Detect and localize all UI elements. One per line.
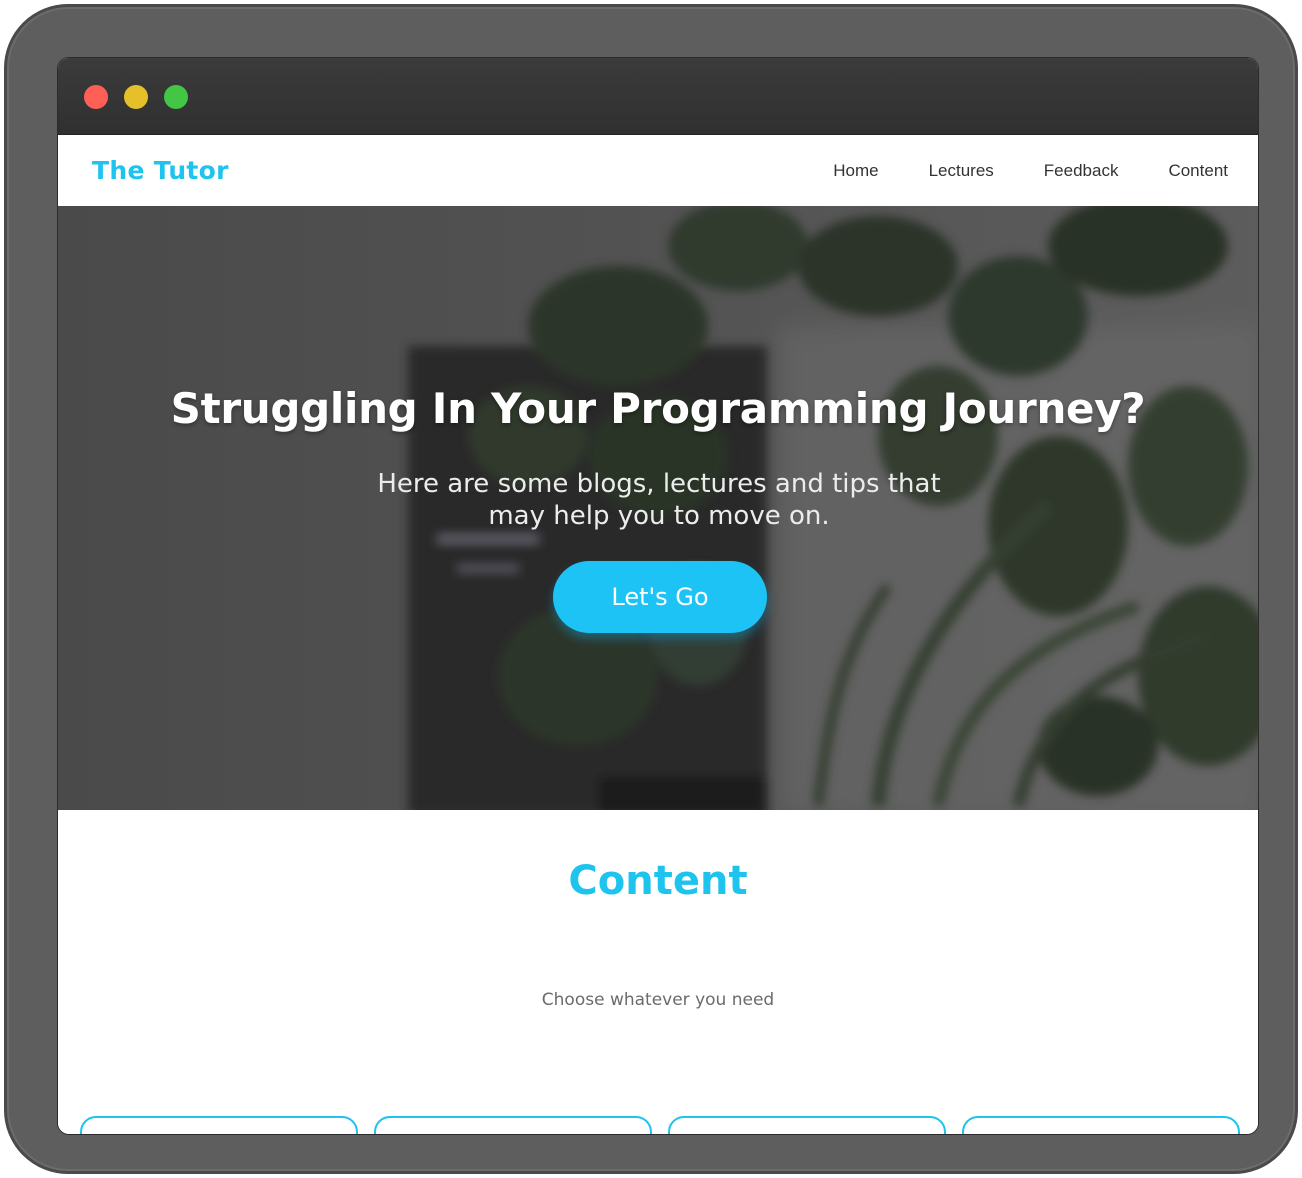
browser-window: The Tutor Home Lectures Feedback Content <box>57 57 1259 1135</box>
content-subtitle: Choose whatever you need <box>541 990 775 1010</box>
hero-subtitle: Here are some blogs, lectures and tips t… <box>377 469 941 531</box>
hero-section: Struggling In Your Programming Journey? … <box>58 206 1258 810</box>
maximize-window-button[interactable] <box>164 85 188 109</box>
content-card-blogs[interactable] <box>374 1116 652 1134</box>
content-card-videos[interactable] <box>80 1116 358 1134</box>
content-card-repositories[interactable] <box>962 1116 1240 1134</box>
close-window-button[interactable] <box>84 85 108 109</box>
content-section: Content Choose whatever you need <box>58 810 1258 1134</box>
nav-links: Home Lectures Feedback Content <box>783 161 1228 181</box>
hero-title: Struggling In Your Programming Journey? <box>170 384 1146 433</box>
nav-lectures-link[interactable]: Lectures <box>929 161 994 181</box>
minimize-window-button[interactable] <box>124 85 148 109</box>
content-title: Content <box>568 858 748 904</box>
lets-go-button[interactable]: Let's Go <box>553 561 767 633</box>
brand-logo[interactable]: The Tutor <box>92 156 229 185</box>
site-navbar: The Tutor Home Lectures Feedback Content <box>58 135 1258 206</box>
nav-feedback-link[interactable]: Feedback <box>1044 161 1119 181</box>
content-card-community[interactable] <box>668 1116 946 1134</box>
device-frame: The Tutor Home Lectures Feedback Content <box>4 4 1298 1174</box>
window-titlebar <box>58 58 1258 135</box>
nav-content-link[interactable]: Content <box>1168 161 1228 181</box>
nav-home-link[interactable]: Home <box>833 161 878 181</box>
